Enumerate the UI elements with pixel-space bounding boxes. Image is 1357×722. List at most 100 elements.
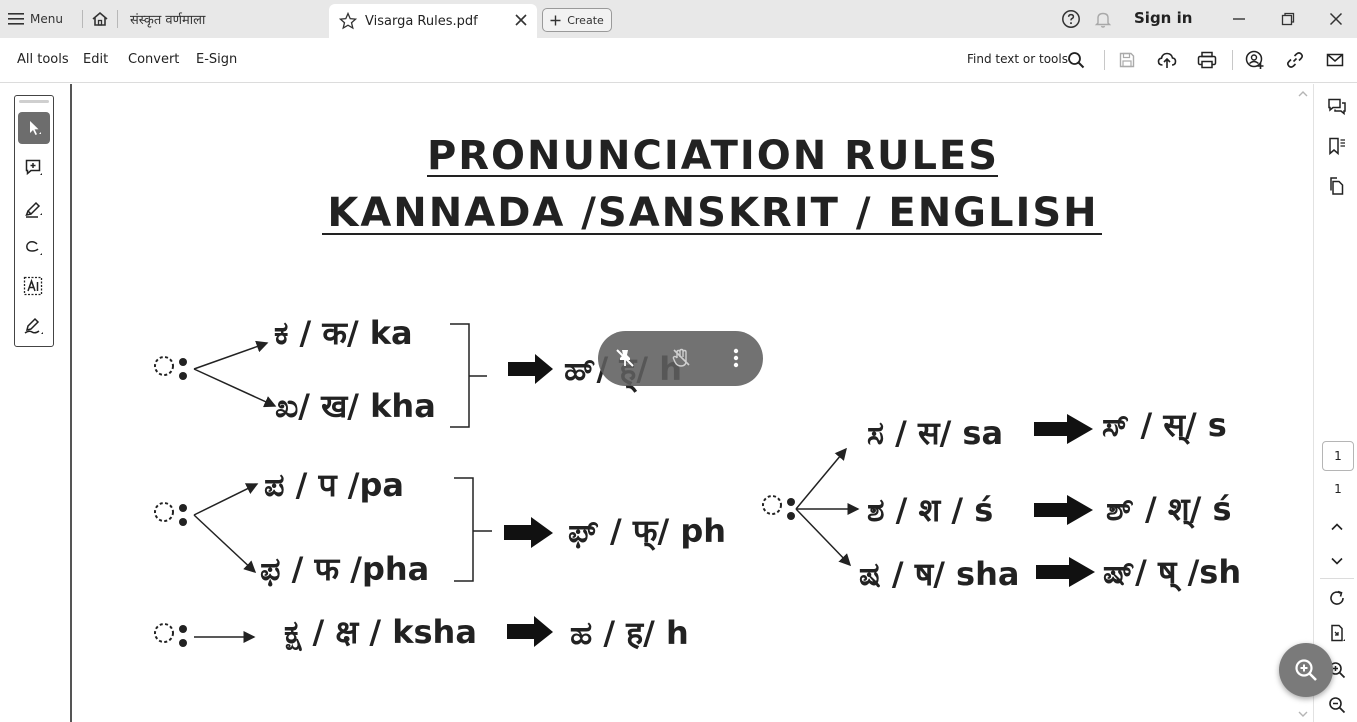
cursor-icon — [30, 121, 41, 135]
restore-button[interactable] — [1277, 8, 1299, 30]
bracket — [454, 477, 492, 582]
zoom-icon — [1295, 659, 1317, 681]
zoom-tools-button[interactable] — [1279, 643, 1333, 697]
save-button[interactable] — [1116, 49, 1138, 71]
home-button[interactable] — [88, 8, 112, 30]
star-icon[interactable] — [339, 12, 357, 30]
close-tab-icon[interactable] — [513, 12, 529, 28]
menu-label: Menu — [30, 12, 63, 26]
freehand-icon — [26, 241, 42, 255]
divider — [1104, 50, 1105, 70]
draw-tool[interactable] — [18, 232, 50, 264]
right-side-panel: 1 1 — [1313, 84, 1357, 722]
rule-sha1: ಶ / श / ś — [867, 491, 993, 529]
all-tools-menu[interactable]: All tools — [17, 52, 69, 67]
save-icon — [1119, 52, 1135, 68]
previous-page-button[interactable] — [1326, 516, 1348, 538]
document-subtitle: KANNADA /SANSKRIT / ENGLISH — [327, 190, 1098, 236]
add-comment-tool[interactable] — [18, 152, 50, 184]
result-arrow — [1034, 495, 1093, 525]
link-icon — [1287, 52, 1303, 68]
highlighter-icon — [25, 201, 42, 218]
rule-pa: ಪ / प /pa — [264, 466, 404, 504]
next-page-button[interactable] — [1326, 550, 1348, 572]
text-box-icon — [23, 276, 43, 296]
share-user-icon — [1245, 50, 1264, 69]
create-label: Create — [567, 13, 604, 27]
total-pages: 1 — [1334, 482, 1342, 496]
result-sha1: ಶ್ / श्/ ś — [1106, 490, 1232, 529]
rule-ka: ಕ / क/ ka — [274, 314, 413, 352]
copy-link-button[interactable] — [1284, 49, 1306, 71]
close-icon — [1329, 12, 1343, 26]
fit-page-button[interactable] — [1326, 622, 1348, 644]
email-button[interactable] — [1324, 49, 1346, 71]
text-tool[interactable] — [18, 271, 50, 303]
hand-off-icon — [672, 348, 690, 367]
tab-label: Visarga Rules.pdf — [365, 13, 478, 29]
print-button[interactable] — [1196, 49, 1218, 71]
pages-panel-button[interactable] — [1326, 175, 1348, 197]
floating-annotation-toolbar — [598, 331, 763, 386]
rule-sa: ಸ / स/ sa — [867, 414, 1003, 452]
bell-icon[interactable] — [1093, 9, 1113, 29]
branch-arrow — [193, 514, 257, 574]
result-h2: ಹ / ह/ h — [570, 614, 689, 652]
hamburger-icon — [8, 13, 24, 25]
rule-sha2: ಷ / ष/ sha — [859, 555, 1019, 593]
zoom-out-button[interactable] — [1326, 694, 1348, 716]
document-viewer[interactable]: PRONUNCIATION RULES KANNADA /SANSKRIT / … — [72, 84, 1290, 722]
search-icon — [1068, 52, 1085, 69]
share-button[interactable] — [1244, 49, 1266, 71]
visarga-symbol — [154, 502, 187, 526]
help-icon[interactable] — [1061, 9, 1081, 29]
zoom-out-icon — [1329, 697, 1346, 714]
document-title: PRONUNCIATION RULES — [427, 133, 999, 179]
upload-button[interactable] — [1156, 49, 1178, 71]
result-arrow — [507, 616, 553, 647]
tab-visarga-rules[interactable]: Visarga Rules.pdf — [329, 4, 537, 38]
comments-panel-button[interactable] — [1326, 96, 1348, 118]
current-page-input[interactable]: 1 — [1322, 441, 1354, 471]
page-fit-icon — [1331, 624, 1345, 642]
convert-menu[interactable]: Convert — [128, 52, 179, 67]
visarga-symbol — [154, 623, 187, 647]
result-arrow — [504, 517, 553, 548]
select-tool[interactable] — [18, 112, 50, 144]
esign-menu[interactable]: E-Sign — [196, 52, 237, 67]
sign-in-button[interactable]: Sign in — [1134, 9, 1192, 27]
branch-arrow — [193, 483, 259, 516]
printer-icon — [1197, 51, 1217, 69]
drag-handle[interactable] — [19, 100, 49, 103]
create-button[interactable]: Create — [542, 8, 612, 32]
menu-button[interactable]: Menu — [8, 8, 63, 30]
pen-sign-icon — [24, 317, 43, 334]
search-button[interactable] — [1065, 49, 1087, 71]
plus-icon — [550, 15, 561, 25]
close-window-button[interactable] — [1325, 8, 1347, 30]
scroll-up-icon[interactable] — [1295, 86, 1311, 102]
restore-icon — [1281, 12, 1295, 26]
unpin-button[interactable] — [612, 345, 638, 371]
scroll-down-icon[interactable] — [1295, 706, 1311, 722]
title-bar: Menu संस्कृत वर्णमाला Visarga Rules.pdf … — [0, 0, 1357, 38]
rotate-button[interactable] — [1326, 587, 1348, 609]
divider — [1232, 50, 1233, 70]
bookmark-icon — [1329, 137, 1345, 156]
comments-icon — [1328, 98, 1346, 116]
edit-menu[interactable]: Edit — [83, 52, 108, 67]
vertical-scrollbar[interactable] — [1295, 84, 1311, 722]
minimize-button[interactable] — [1228, 8, 1250, 30]
bracket — [450, 323, 487, 428]
more-options-button[interactable] — [723, 345, 749, 371]
sign-tool[interactable] — [18, 310, 50, 342]
hide-annotations-button[interactable] — [668, 345, 694, 371]
branch-arrow — [193, 340, 269, 370]
find-text-or-tools[interactable]: Find text or tools — [967, 52, 1068, 66]
tab-sanskrit-varnamala[interactable]: संस्कृत वर्णमाला — [122, 6, 205, 32]
bookmarks-panel-button[interactable] — [1326, 135, 1348, 157]
annotation-toolbar — [14, 95, 54, 347]
tools-bar: All tools Edit Convert E-Sign Find text … — [0, 38, 1357, 83]
highlight-tool[interactable] — [18, 192, 50, 224]
comment-plus-icon — [25, 159, 42, 176]
